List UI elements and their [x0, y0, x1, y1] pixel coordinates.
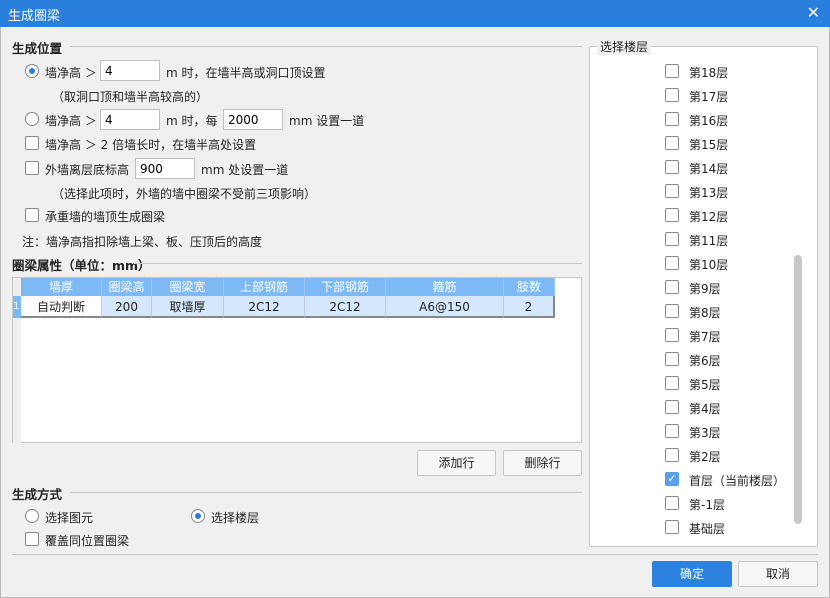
cancel-button[interactable]: 取消	[738, 561, 818, 587]
opt4-note: （选择此项时，外墙的墙中圈梁不受前三项影响）	[52, 187, 317, 201]
floor-label: 第3层	[689, 426, 721, 440]
opt4-label: 外墙离层底标高	[45, 163, 130, 177]
floor-label: 第2层	[689, 450, 721, 464]
divider	[134, 263, 582, 264]
floor-checkbox[interactable]	[665, 208, 679, 222]
floor-label: 第5层	[689, 378, 721, 392]
opt2-label: 墙净高 ＞	[45, 114, 97, 128]
floor-label: 首层（当前楼层）	[689, 474, 786, 488]
col-header[interactable]: 箍筋	[386, 278, 504, 296]
opt1-note: （取洞口顶和墙半高较高的）	[52, 90, 209, 104]
floor-checkbox[interactable]	[665, 376, 679, 390]
add-row-button[interactable]: 添加行	[417, 450, 496, 476]
opt4-suffix: mm 处设置一道	[201, 163, 289, 177]
table-cell[interactable]: 自动判断	[21, 296, 102, 318]
opt2-height-input[interactable]	[100, 109, 160, 130]
props-table: 1 墙厚 圈梁高 圈梁宽 上部钢筋 下部钢筋 箍筋 肢数 自动判断 200 取墙…	[12, 277, 582, 443]
col-header[interactable]: 圈梁高	[102, 278, 152, 296]
select-elements-radio[interactable]	[25, 509, 39, 523]
table-cell[interactable]: 取墙厚	[152, 296, 224, 318]
divider	[12, 554, 818, 555]
table-cell[interactable]: 2C12	[305, 296, 386, 318]
floor-checkbox[interactable]	[665, 304, 679, 318]
floor-label: 第-1层	[689, 498, 725, 512]
ok-button[interactable]: 确定	[652, 561, 732, 587]
select-elements-label: 选择图元	[45, 511, 94, 525]
floor-checkbox[interactable]	[665, 352, 679, 366]
divider	[70, 492, 582, 493]
floor-label: 第17层	[689, 90, 729, 104]
position-note: 注：墙净高指扣除墙上梁、板、压顶后的高度	[22, 235, 263, 249]
floor-checkbox[interactable]	[665, 112, 679, 126]
floor-label: 第12层	[689, 210, 729, 224]
floor-checkbox[interactable]	[665, 328, 679, 342]
floor-label: 第8层	[689, 306, 721, 320]
col-header[interactable]: 上部钢筋	[224, 278, 305, 296]
opt3-checkbox[interactable]	[25, 136, 39, 150]
floor-label: 第4层	[689, 402, 721, 416]
floor-label: 第9层	[689, 282, 721, 296]
close-icon[interactable]: ✕	[807, 3, 820, 22]
floor-list-scrollbar[interactable]	[794, 255, 802, 524]
col-header[interactable]: 墙厚	[21, 278, 102, 296]
table-cell[interactable]: A6@150	[386, 296, 504, 318]
opt1-label: 墙净高 ＞	[45, 66, 97, 80]
floor-checkbox[interactable]	[665, 160, 679, 174]
floor-label: 第14层	[689, 162, 729, 176]
title-bar: 生成圈梁 ✕	[0, 0, 830, 27]
opt5-checkbox[interactable]	[25, 208, 39, 222]
opt1-height-input[interactable]	[100, 60, 160, 81]
opt3-label: 墙净高 ＞ 2 倍墙长时，在墙半高处设置	[45, 138, 257, 152]
cover-checkbox[interactable]	[25, 532, 39, 546]
floor-label: 第7层	[689, 330, 721, 344]
floor-checkbox[interactable]	[665, 64, 679, 78]
select-floors-radio[interactable]	[191, 509, 205, 523]
divider	[70, 46, 582, 47]
opt4-checkbox[interactable]	[25, 161, 39, 175]
opt1-suffix: m 时，在墙半高或洞口顶设置	[166, 66, 326, 80]
floor-label: 第18层	[689, 66, 729, 80]
floor-label: 基础层	[689, 522, 726, 536]
table-cell[interactable]: 200	[102, 296, 152, 318]
floor-group-title: 选择楼层	[597, 38, 652, 55]
floor-checkbox[interactable]	[665, 496, 679, 510]
floor-checkbox[interactable]	[665, 424, 679, 438]
delete-row-button[interactable]: 删除行	[503, 450, 582, 476]
row-index[interactable]: 1	[13, 296, 21, 318]
opt5-label: 承重墙的墙顶生成圈梁	[45, 210, 166, 224]
method-group-title: 生成方式	[12, 487, 63, 502]
opt1-radio[interactable]	[25, 64, 39, 78]
floor-checkbox[interactable]	[665, 256, 679, 270]
col-header[interactable]: 下部钢筋	[305, 278, 386, 296]
floor-checkbox[interactable]: ✓	[665, 472, 679, 486]
floor-label: 第13层	[689, 186, 729, 200]
floor-checkbox[interactable]	[665, 88, 679, 102]
opt4-elevation-input[interactable]	[135, 158, 195, 179]
floor-label: 第6层	[689, 354, 721, 368]
position-group-title: 生成位置	[12, 41, 63, 56]
floor-label: 第16层	[689, 114, 729, 128]
floor-label: 第10层	[689, 258, 729, 272]
floor-checkbox[interactable]	[665, 520, 679, 534]
select-floors-label: 选择楼层	[211, 511, 260, 525]
floor-checkbox[interactable]	[665, 232, 679, 246]
floor-label: 第11层	[689, 234, 729, 248]
props-group-title: 圈梁属性（单位：mm）	[12, 258, 151, 273]
opt2-suffix: mm 设置一道	[289, 114, 365, 128]
floor-checkbox[interactable]	[665, 184, 679, 198]
table-cell[interactable]: 2C12	[224, 296, 305, 318]
table-cell[interactable]: 2	[504, 296, 555, 318]
col-header[interactable]: 肢数	[504, 278, 555, 296]
floor-checkbox[interactable]	[665, 400, 679, 414]
floor-label: 第15层	[689, 138, 729, 152]
opt2-mid: m 时，每	[166, 114, 218, 128]
floor-checkbox[interactable]	[665, 136, 679, 150]
col-header[interactable]: 圈梁宽	[152, 278, 224, 296]
opt2-radio[interactable]	[25, 112, 39, 126]
floor-checkbox[interactable]	[665, 280, 679, 294]
floor-checkbox[interactable]	[665, 448, 679, 462]
opt2-spacing-input[interactable]	[223, 109, 283, 130]
cover-label: 覆盖同位置圈梁	[45, 534, 130, 548]
window-title: 生成圈梁	[8, 9, 61, 24]
